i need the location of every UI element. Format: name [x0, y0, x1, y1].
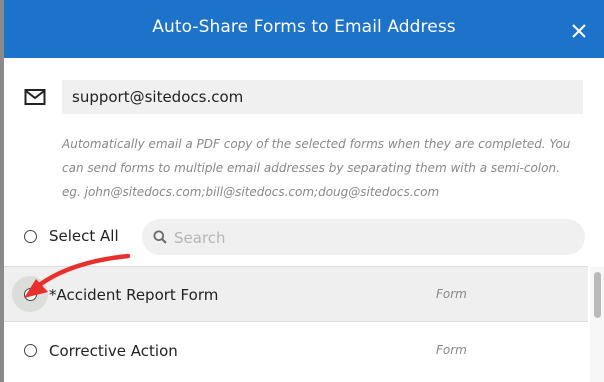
close-icon [572, 24, 586, 38]
mail-icon [24, 89, 46, 105]
auto-share-dialog: Auto-Share Forms to Email Address Automa… [4, 0, 604, 382]
hint-line-1: Automatically email a PDF copy of the se… [62, 137, 571, 151]
form-row-label: *Accident Report Form [49, 286, 219, 304]
hint-line-2: can send forms to multiple email address… [62, 161, 560, 175]
select-all-radio[interactable] [24, 230, 37, 243]
form-row-corrective-action[interactable]: Corrective Action Form [4, 323, 588, 377]
dialog-header: Auto-Share Forms to Email Address [4, 0, 604, 58]
form-row-type: Form [436, 287, 467, 301]
form-row-radio[interactable] [24, 288, 37, 301]
auto-share-hint: Automatically email a PDF copy of the se… [62, 132, 582, 204]
search-input[interactable] [172, 225, 576, 251]
form-row-label: Corrective Action [49, 342, 178, 360]
email-address-input[interactable] [62, 80, 583, 114]
close-button[interactable] [570, 22, 588, 40]
dialog-title: Auto-Share Forms to Email Address [152, 17, 456, 37]
hint-line-3: eg. john@sitedocs.com;bill@sitedocs.com;… [62, 185, 440, 199]
select-all-label[interactable]: Select All [49, 227, 119, 245]
list-scrollbar-thumb[interactable] [594, 272, 601, 318]
search-icon [153, 230, 167, 244]
form-row-accident-report[interactable]: *Accident Report Form Form [4, 267, 588, 321]
form-row-type: Form [436, 343, 467, 357]
row-divider [4, 321, 588, 322]
form-row-radio[interactable] [24, 344, 37, 357]
